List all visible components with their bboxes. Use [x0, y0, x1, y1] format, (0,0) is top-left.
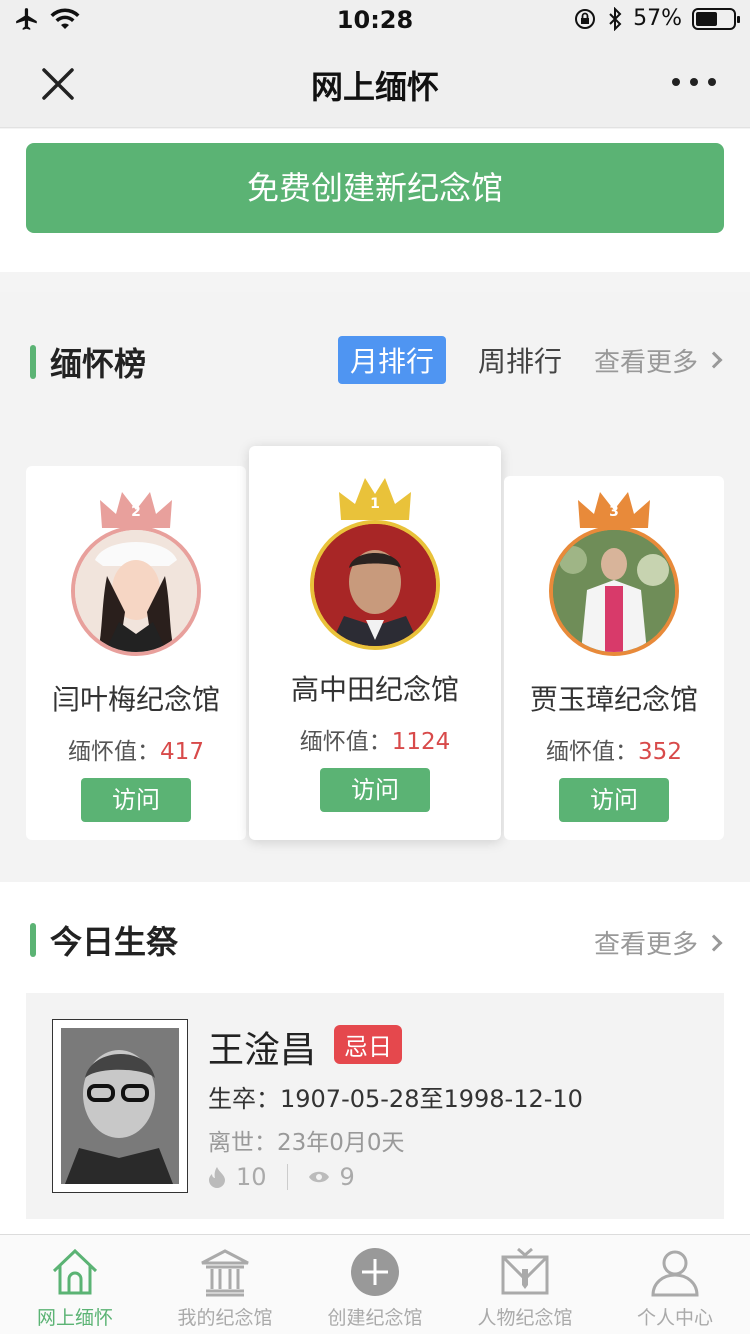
tabbar-item-home[interactable]: 网上缅怀 [0, 1235, 150, 1334]
section-accent-bar [30, 923, 36, 957]
visit-button[interactable]: 访问 [81, 778, 191, 822]
tabbar-label: 人物纪念馆 [477, 1307, 573, 1329]
today-memorial-section: 今日生祭 查看更多 王淦昌 忌日 生卒：1907-05-28至1998-12-1… [0, 882, 750, 1234]
home-icon [52, 1248, 98, 1295]
stats: 10 9 [208, 1163, 355, 1191]
visit-button[interactable]: 访问 [559, 778, 669, 822]
life-dates: 生卒：1907-05-28至1998-12-10 [208, 1085, 583, 1113]
ranking-card-1: 1 高中田纪念馆 缅怀值：1124 访问 [249, 446, 501, 840]
tabbar-label: 我的纪念馆 [177, 1307, 273, 1329]
ranking-card-2: 2 闫叶梅纪念馆 缅怀值：417 访问 [26, 466, 246, 840]
memorial-value: 417 [160, 739, 204, 765]
value-label: 缅怀值： [546, 739, 639, 765]
battery-percent: 57% [633, 6, 682, 31]
value-label: 缅怀值： [68, 739, 161, 765]
battery-level-fill [696, 11, 717, 26]
visit-button[interactable]: 访问 [320, 768, 430, 812]
tabbar-item-profile[interactable]: 个人中心 [600, 1235, 750, 1334]
chevron-right-icon [705, 934, 723, 951]
section-accent-bar [30, 345, 36, 379]
person-memorial-icon [501, 1247, 549, 1295]
tabbar-item-person-memorials[interactable]: 人物纪念馆 [450, 1235, 600, 1334]
memorial-value: 1124 [391, 729, 451, 755]
chevron-right-icon [705, 351, 723, 369]
rotation-lock-icon [575, 8, 596, 29]
today-header: 今日生祭 [30, 920, 179, 961]
tabbar-item-create[interactable]: 创建纪念馆 [300, 1235, 450, 1334]
tabbar-label: 个人中心 [636, 1307, 713, 1329]
see-more-label: 查看更多 [593, 930, 698, 960]
tab-weekly[interactable]: 周排行 [466, 336, 574, 384]
battery-icon [692, 7, 740, 30]
ranking-section: 缅怀榜 月排行 周排行 查看更多 2 闫叶梅纪念馆 缅怀值：417 访问 1 高… [0, 292, 750, 882]
memorial-name: 贾玉璋纪念馆 [529, 683, 698, 716]
nav-bar: 网上缅怀 [0, 40, 750, 128]
create-section: 免费创建新纪念馆 [0, 129, 750, 272]
ranking-tabs: 月排行 周排行 查看更多 [337, 336, 723, 384]
avatar [71, 526, 201, 656]
flame-count: 10 [236, 1163, 267, 1191]
portrait-photo [61, 1028, 179, 1184]
memorial-name: 高中田纪念馆 [290, 673, 459, 706]
avatar [310, 520, 440, 650]
rank-number: 1 [370, 496, 380, 512]
flame-icon [209, 1167, 225, 1188]
tabbar-item-my-memorials[interactable]: 我的纪念馆 [150, 1235, 300, 1334]
ranking-header: 缅怀榜 [30, 342, 147, 383]
person-name: 王淦昌 [208, 1030, 317, 1071]
value-label: 缅怀值： [299, 729, 392, 755]
tabbar-label: 创建纪念馆 [327, 1307, 423, 1329]
status-bar: 10:28 57% [0, 0, 750, 40]
memorial-value: 352 [638, 739, 682, 765]
avatar [549, 526, 679, 656]
more-menu-icon[interactable] [672, 70, 716, 94]
rank-number: 3 [609, 504, 619, 520]
tabbar-label: 网上缅怀 [36, 1307, 113, 1329]
create-memorial-button[interactable]: 免费创建新纪念馆 [26, 143, 724, 233]
see-more-label: 查看更多 [593, 347, 698, 378]
memorial-value-line: 缅怀值：1124 [249, 722, 501, 756]
bottom-tab-bar: 网上缅怀 我的纪念馆 创建纪念馆 人物纪念馆 个人中心 [0, 1234, 750, 1334]
today-title: 今日生祭 [50, 923, 179, 961]
tab-monthly[interactable]: 月排行 [337, 336, 446, 384]
view-count: 9 [339, 1163, 355, 1191]
ranking-see-more-link[interactable]: 查看更多 [593, 342, 723, 379]
rank-number: 2 [131, 504, 141, 520]
eye-icon [308, 1171, 329, 1183]
page-title: 网上缅怀 [310, 68, 439, 106]
bluetooth-icon [609, 6, 622, 31]
memorial-hall-icon [201, 1249, 249, 1297]
portrait-frame [52, 1019, 188, 1193]
today-see-more-link[interactable]: 查看更多 [593, 924, 723, 961]
user-icon [651, 1250, 699, 1297]
passed-duration: 离世：23年0月0天 [208, 1130, 405, 1156]
today-memorial-card[interactable]: 王淦昌 忌日 生卒：1907-05-28至1998-12-10 离世：23年0月… [26, 993, 724, 1219]
ranking-card-3: 3 贾玉璋纪念馆 缅怀值：352 访问 [504, 476, 724, 840]
plus-circle-icon [351, 1248, 399, 1296]
memorial-value-line: 缅怀值：352 [504, 732, 724, 766]
death-anniversary-badge: 忌日 [334, 1025, 402, 1064]
memorial-value-line: 缅怀值：417 [26, 732, 246, 766]
ranking-title: 缅怀榜 [50, 345, 147, 383]
memorial-name: 闫叶梅纪念馆 [51, 683, 220, 716]
divider [286, 1164, 288, 1190]
